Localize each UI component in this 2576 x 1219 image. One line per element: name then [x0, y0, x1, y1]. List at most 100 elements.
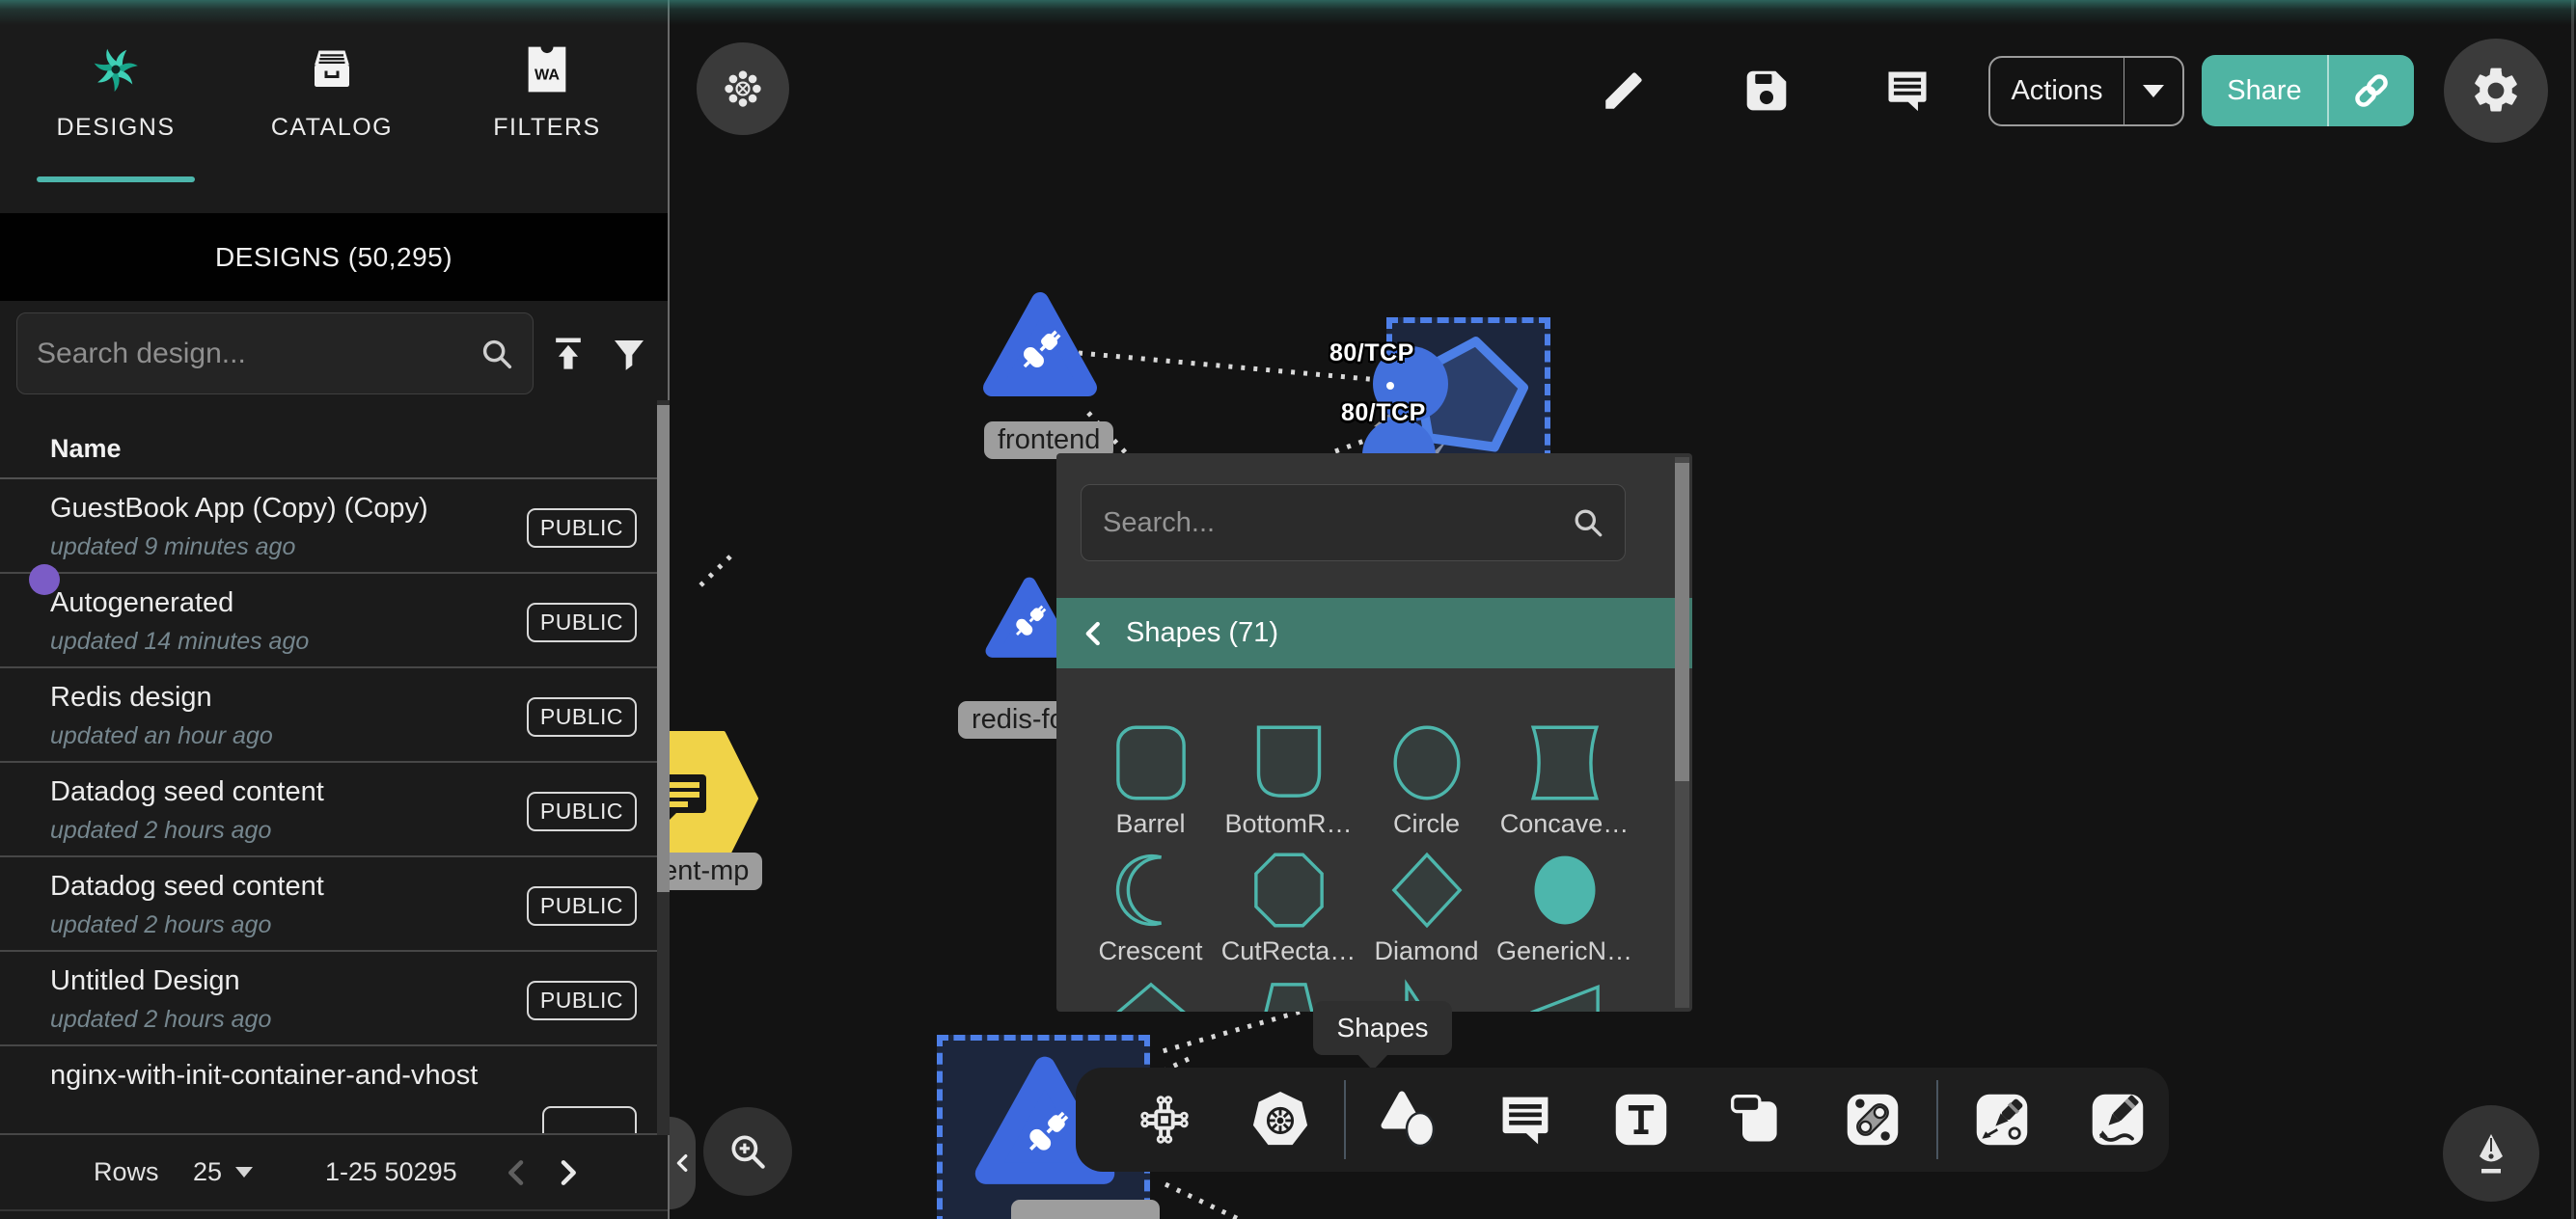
design-list-item[interactable]: Autogenerated updated 14 minutes ago PUB… — [0, 574, 668, 668]
shape-label: BottomR… — [1224, 809, 1352, 839]
pencil-swirl-icon — [2089, 1091, 2147, 1149]
design-search-input[interactable] — [17, 338, 477, 370]
shapes-category-title: Shapes (71) — [1126, 617, 1278, 649]
comment-button[interactable] — [1883, 67, 1932, 115]
design-visibility-badge: PUBLIC — [527, 792, 637, 831]
design-updated: updated 2 hours ago — [50, 1006, 271, 1034]
tab-label: DESIGNS — [56, 114, 175, 142]
actions-dropdown-toggle[interactable] — [2124, 85, 2182, 97]
page-scrollbar[interactable] — [2571, 0, 2574, 1219]
share-split-button[interactable]: Share — [2202, 55, 2414, 126]
edge-pen-tool-button[interactable] — [1971, 1089, 2033, 1151]
sidebar-collapse-button[interactable] — [670, 1117, 696, 1209]
shape-icon — [1110, 850, 1192, 931]
kubernetes-icon — [1250, 1090, 1310, 1150]
shapes-search-box[interactable] — [1081, 484, 1626, 561]
shape-item[interactable]: Concave… — [1502, 722, 1628, 850]
shapes-tooltip: Shapes — [1313, 1001, 1452, 1055]
link-icon — [2350, 69, 2393, 112]
design-list-item[interactable]: Datadog seed content updated 2 hours ago… — [0, 857, 668, 952]
tab-designs[interactable]: DESIGNS — [37, 39, 195, 183]
freehand-draw-tool-button[interactable] — [2087, 1089, 2149, 1151]
pen-nib-icon — [2468, 1130, 2514, 1177]
list-column-header: Name — [0, 424, 668, 479]
shape-item[interactable]: GenericN… — [1502, 850, 1628, 977]
import-design-button[interactable] — [546, 332, 590, 376]
shape-item[interactable]: Barrel — [1088, 722, 1214, 850]
shapes-search-input[interactable] — [1082, 507, 1569, 539]
flower-dots-icon — [721, 67, 765, 111]
design-list-item[interactable]: Redis design updated an hour ago PUBLIC — [0, 668, 668, 763]
wasm-filter-icon: WA — [525, 39, 569, 100]
pen-mode-button[interactable] — [2443, 1105, 2539, 1202]
design-list-item[interactable]: GuestBook App (Copy) (Copy) updated 9 mi… — [0, 479, 668, 574]
design-list-item[interactable]: Untitled Design updated 2 hours ago PUBL… — [0, 952, 668, 1046]
edit-pencil-button[interactable] — [1600, 67, 1648, 115]
rows-per-page-select[interactable]: 25 — [193, 1135, 253, 1209]
tab-label: CATALOG — [271, 114, 393, 142]
search-icon — [1569, 503, 1607, 542]
plug-icon — [1009, 602, 1050, 642]
label-note-tool-button[interactable] — [1726, 1089, 1788, 1151]
actions-button-label[interactable]: Actions — [1990, 75, 2124, 107]
shapes-category-header[interactable]: Shapes (71) — [1056, 598, 1692, 668]
shape-icon — [1247, 722, 1330, 803]
note-icon — [1728, 1091, 1786, 1149]
kubernetes-tool-button[interactable] — [1249, 1089, 1311, 1151]
shape-item[interactable]: Diamond — [1364, 850, 1490, 977]
zoom-in-button[interactable] — [703, 1107, 792, 1196]
next-page-button[interactable] — [552, 1135, 583, 1209]
chevron-left-icon — [672, 1151, 694, 1176]
design-name: Autogenerated — [50, 587, 233, 619]
shape-label: Crescent — [1098, 936, 1202, 966]
components-tool-button[interactable] — [1134, 1089, 1195, 1151]
shape-icon — [1385, 722, 1468, 803]
shape-item[interactable]: Circle — [1364, 722, 1490, 850]
share-button-label[interactable]: Share — [2202, 75, 2327, 107]
shape-item[interactable]: BottomR… — [1226, 722, 1352, 850]
design-list-item[interactable]: nginx-with-init-container-and-vhost — [0, 1046, 668, 1141]
chevron-left-icon — [1080, 619, 1109, 648]
comment-icon — [1496, 1091, 1554, 1149]
design-list: GuestBook App (Copy) (Copy) updated 9 mi… — [0, 479, 668, 1141]
scrollbar-thumb[interactable] — [1675, 463, 1689, 781]
tab-filters[interactable]: WA FILTERS — [468, 39, 626, 183]
shape-item[interactable] — [1088, 977, 1214, 1012]
shape-icon — [1385, 850, 1468, 931]
shape-label: CutRecta… — [1221, 936, 1357, 966]
tab-catalog[interactable]: CATALOG — [253, 39, 411, 183]
shape-icon — [1110, 977, 1192, 1012]
shapes-tool-button[interactable] — [1379, 1089, 1440, 1151]
upload-icon — [547, 333, 589, 375]
scrollbar-thumb[interactable] — [657, 405, 670, 892]
save-button[interactable] — [1742, 67, 1791, 115]
pen-arrow-icon — [1973, 1091, 2031, 1149]
plug-icon — [1015, 326, 1065, 376]
copy-link-button[interactable] — [2329, 69, 2414, 112]
shape-item[interactable]: CutRecta… — [1226, 850, 1352, 977]
design-list-item[interactable]: Datadog seed content updated 2 hours ago… — [0, 763, 668, 857]
shape-item[interactable] — [1502, 977, 1628, 1012]
chevron-right-icon — [552, 1157, 583, 1188]
sidebar-scrollbar[interactable] — [657, 400, 670, 1135]
filter-designs-button[interactable] — [608, 334, 650, 376]
design-search-box[interactable] — [16, 312, 534, 394]
rows-per-page-value: 25 — [193, 1157, 222, 1187]
actions-split-button[interactable]: Actions — [1988, 56, 2184, 126]
text-icon — [1612, 1091, 1670, 1149]
link-tool-button[interactable] — [1842, 1089, 1904, 1151]
shapes-panel-scrollbar[interactable] — [1675, 457, 1689, 1008]
design-name: GuestBook App (Copy) (Copy) — [50, 493, 428, 525]
canvas-mode-button[interactable] — [697, 42, 789, 135]
shape-label: Circle — [1393, 809, 1460, 839]
prev-page-button[interactable] — [502, 1135, 533, 1209]
text-tool-button[interactable] — [1610, 1089, 1672, 1151]
gear-icon — [2469, 64, 2523, 118]
settings-button[interactable] — [2444, 39, 2548, 143]
tab-label: FILTERS — [493, 114, 600, 142]
shape-item[interactable]: Crescent — [1088, 850, 1214, 977]
comment-tool-button[interactable] — [1494, 1089, 1556, 1151]
shape-label: Diamond — [1374, 936, 1478, 966]
chain-link-icon — [1844, 1091, 1902, 1149]
design-visibility-badge: PUBLIC — [527, 981, 637, 1020]
